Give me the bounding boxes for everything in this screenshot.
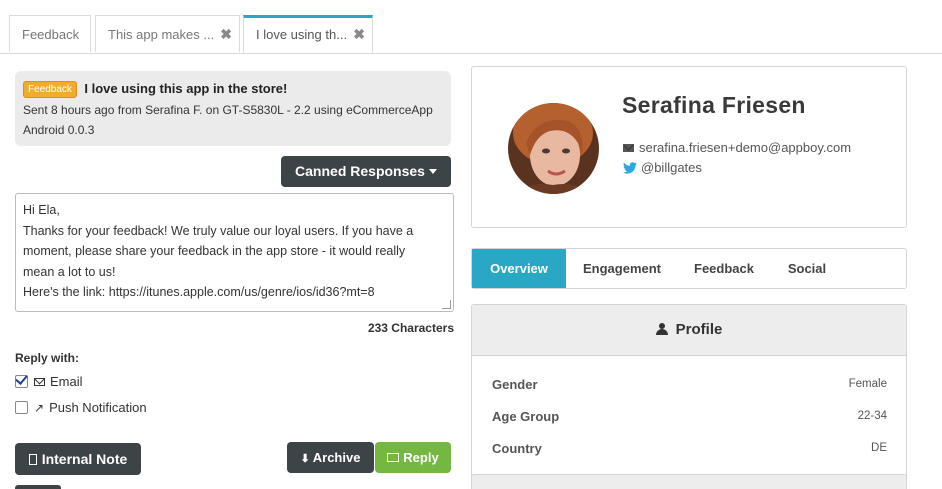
download-icon: ⬇ — [300, 453, 310, 465]
internal-note-label: Internal Note — [41, 451, 128, 467]
tab-label: Feedback — [22, 27, 80, 42]
profile-name: Serafina Friesen — [622, 92, 806, 118]
detail-row-gender: Gender Female — [492, 377, 887, 392]
push-checkbox[interactable] — [15, 401, 28, 414]
reply-line: Thanks for your feedback! We truly value… — [23, 223, 414, 238]
email-option[interactable]: Email — [15, 374, 83, 389]
profile-email[interactable]: serafina.friesen+demo@appboy.com — [623, 140, 851, 155]
tab-social-label: Social — [787, 261, 827, 276]
reply-textarea[interactable]: Hi Ela, Thanks for your feedback! We tru… — [15, 193, 454, 312]
archive-label: Archive — [312, 450, 361, 465]
email-checkbox[interactable] — [15, 375, 28, 388]
message-title: I love using this app in the store! — [84, 81, 288, 96]
canned-responses-label: Canned Responses — [295, 163, 425, 179]
message-meta-cont: Android 0.0.3 — [23, 123, 95, 137]
envelope-icon — [623, 143, 634, 152]
reply-with-label: Reply with: — [15, 351, 80, 365]
partial-button[interactable] — [15, 485, 61, 489]
avatar — [508, 103, 599, 194]
profile-heading: Profile — [675, 321, 723, 338]
envelope-icon — [34, 377, 45, 386]
internal-note-button[interactable]: Internal Note — [15, 443, 141, 475]
tab-social[interactable]: Social — [777, 249, 837, 288]
detail-key: Country — [492, 441, 542, 456]
next-section-header — [471, 474, 907, 489]
detail-key: Gender — [492, 377, 538, 392]
feedback-badge: Feedback — [23, 81, 77, 98]
detail-row-age-group: Age Group 22-34 — [492, 409, 887, 424]
reply-line: moment, please share your feedback in th… — [23, 244, 406, 258]
feedback-message: Feedback I love using this app in the st… — [15, 71, 451, 146]
tab-label: This app makes ... — [108, 27, 215, 42]
reply-label: Reply — [403, 450, 439, 465]
profile-email-text: serafina.friesen+demo@appboy.com — [639, 140, 852, 155]
reply-line: Hi Ela, — [23, 203, 60, 217]
close-icon[interactable]: ✖ — [220, 16, 232, 52]
tab-i-love-using[interactable]: I love using th... ✖ — [243, 15, 373, 53]
tab-engagement[interactable]: Engagement — [572, 249, 672, 288]
tab-feedback[interactable]: Feedback — [9, 15, 91, 52]
tab-engagement-label: Engagement — [582, 261, 661, 276]
tab-bar: Feedback This app makes ... ✖ I love usi… — [0, 0, 942, 54]
tab-this-app-makes[interactable]: This app makes ... ✖ — [95, 15, 240, 52]
profile-tabs: Overview Engagement Feedback Social — [471, 248, 907, 289]
detail-value: Female — [848, 378, 887, 390]
message-meta: Sent 8 hours ago from Serafina F. on GT-… — [23, 103, 433, 117]
reply-button[interactable]: Reply — [375, 442, 451, 473]
twitter-icon — [623, 161, 637, 174]
canned-responses-button[interactable]: Canned Responses — [281, 156, 451, 187]
profile-details-panel: Profile Gender Female Age Group 22-34 Co… — [471, 304, 907, 489]
tab-feedback-profile[interactable]: Feedback — [686, 249, 762, 288]
tab-feedback-label: Feedback — [694, 261, 754, 276]
character-count: 233 Characters — [367, 321, 454, 335]
tab-overview-label: Overview — [490, 261, 548, 276]
caret-down-icon — [428, 169, 437, 174]
push-option-label: Push Notification — [49, 400, 147, 415]
profile-twitter[interactable]: @billgates — [623, 160, 702, 175]
file-icon — [28, 454, 37, 465]
close-icon[interactable]: ✖ — [353, 18, 365, 51]
detail-key: Age Group — [492, 409, 560, 424]
envelope-icon — [387, 453, 400, 462]
detail-value: 22-34 — [857, 410, 887, 422]
archive-button[interactable]: ⬇ Archive — [287, 442, 374, 473]
reply-line: Here's the link: https://itunes.apple.co… — [23, 285, 375, 299]
push-option[interactable]: ↗ Push Notification — [15, 400, 147, 415]
user-icon — [655, 323, 668, 335]
share-icon: ↗ — [34, 400, 45, 415]
tab-label: I love using th... — [256, 27, 348, 42]
profile-card: Serafina Friesen serafina.friesen+demo@a… — [471, 66, 907, 228]
detail-row-country: Country DE — [492, 441, 887, 456]
profile-twitter-handle: @billgates — [641, 160, 702, 175]
resize-handle[interactable] — [442, 300, 451, 309]
detail-value: DE — [871, 442, 887, 454]
reply-line: mean a lot to us! — [23, 264, 116, 279]
email-option-label: Email — [50, 374, 83, 389]
profile-section-header: Profile — [472, 305, 906, 356]
tab-overview[interactable]: Overview — [472, 249, 566, 288]
